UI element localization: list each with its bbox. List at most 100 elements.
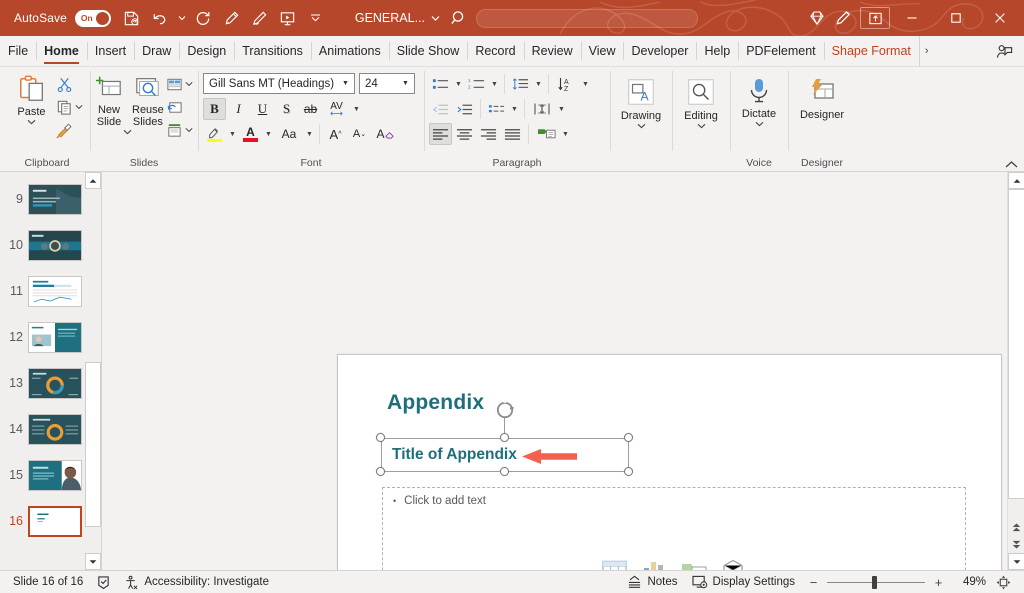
increase-font-size-button[interactable]: A^ xyxy=(324,123,347,145)
align-right-button[interactable] xyxy=(477,123,500,145)
align-center-button[interactable] xyxy=(453,123,476,145)
diamond-icon[interactable] xyxy=(804,5,830,31)
current-slide[interactable]: Appendix Title of Appendix xyxy=(337,354,1002,570)
search-icon[interactable] xyxy=(450,9,468,27)
editing-dropdown-icon[interactable] xyxy=(697,123,706,129)
insert-table-icon[interactable] xyxy=(594,550,634,571)
editing-button[interactable]: Editing xyxy=(677,71,725,129)
redo-icon[interactable] xyxy=(191,5,217,31)
slide-heading-appendix[interactable]: Appendix xyxy=(387,391,484,415)
tab-help[interactable]: Help xyxy=(696,36,738,66)
thumbnail-preview[interactable] xyxy=(28,414,82,445)
thumbnail-slide-9[interactable]: 9 xyxy=(0,176,85,222)
numbering-dropdown-icon[interactable]: ▼ xyxy=(489,73,500,95)
autosave-toggle[interactable]: On xyxy=(75,10,111,27)
reuse-slides-button[interactable]: Reuse Slides xyxy=(132,71,164,128)
thumbnail-scrollbar[interactable] xyxy=(85,172,101,570)
align-text-dropdown-icon[interactable]: ▼ xyxy=(556,98,567,120)
increase-indent-button[interactable] xyxy=(453,98,476,120)
collapse-ribbon-button[interactable] xyxy=(1005,160,1018,169)
zoom-in-button[interactable]: + xyxy=(931,574,946,591)
thumbnail-slide-11[interactable]: 11 xyxy=(0,268,85,314)
bullets-dropdown-icon[interactable]: ▼ xyxy=(453,73,464,95)
sort-dropdown-icon[interactable]: ▼ xyxy=(580,73,591,95)
tab-draw[interactable]: Draw xyxy=(134,36,179,66)
underline-button[interactable]: U xyxy=(251,98,274,120)
copy-button[interactable] xyxy=(54,96,85,118)
resize-handle-bottom-left[interactable] xyxy=(376,467,385,476)
character-spacing-dropdown-icon[interactable]: ▼ xyxy=(351,98,362,120)
reset-button[interactable] xyxy=(164,96,195,118)
align-left-button[interactable] xyxy=(429,123,452,145)
section-dropdown-icon[interactable] xyxy=(185,127,193,133)
paste-dropdown-icon[interactable] xyxy=(27,119,36,125)
resize-handle-top-left[interactable] xyxy=(376,433,385,442)
clear-formatting-button[interactable]: A xyxy=(372,123,398,145)
canvas-scrollbar-thumb[interactable] xyxy=(1008,189,1024,499)
font-size-combo[interactable]: 24 ▼ xyxy=(359,73,415,94)
insert-smartart-icon[interactable] xyxy=(674,550,714,571)
tab-record[interactable]: Record xyxy=(467,36,523,66)
slide-canvas-area[interactable]: Appendix Title of Appendix xyxy=(102,172,1007,570)
thumbnail-slide-10[interactable]: 10 xyxy=(0,222,85,268)
font-family-chevron-icon[interactable]: ▼ xyxy=(339,80,352,87)
insert-3d-model-icon[interactable] xyxy=(714,550,754,571)
convert-to-smartart-dropdown-icon[interactable]: ▼ xyxy=(560,123,571,145)
tab-developer[interactable]: Developer xyxy=(623,36,696,66)
tabs-overflow-button[interactable]: › xyxy=(919,36,934,66)
thumbnail-preview[interactable] xyxy=(28,322,82,353)
justify-button[interactable] xyxy=(501,123,524,145)
change-case-dropdown-icon[interactable]: ▼ xyxy=(304,123,315,145)
content-placeholder[interactable]: • Click to add text xyxy=(382,487,966,570)
font-color-button[interactable]: A xyxy=(239,123,262,145)
thumbnail-scroll-up-button[interactable] xyxy=(85,172,101,189)
tab-transitions[interactable]: Transitions xyxy=(234,36,311,66)
tab-file[interactable]: File xyxy=(0,36,36,66)
tab-slide-show[interactable]: Slide Show xyxy=(389,36,468,66)
thumbnail-preview[interactable] xyxy=(28,184,82,215)
text-highlight-button[interactable] xyxy=(203,123,226,145)
thumbnail-preview[interactable] xyxy=(28,460,82,491)
format-painter-button[interactable] xyxy=(54,119,85,141)
rotate-handle-icon[interactable] xyxy=(494,399,516,421)
dictate-button[interactable]: Dictate xyxy=(735,71,783,127)
copy-dropdown-icon[interactable] xyxy=(75,104,83,110)
decrease-font-size-button[interactable]: A⌄ xyxy=(348,123,371,145)
dictate-dropdown-icon[interactable] xyxy=(755,121,764,127)
zoom-slider[interactable] xyxy=(827,574,925,591)
ink-pen-icon[interactable] xyxy=(219,5,245,31)
notes-button[interactable]: Notes xyxy=(620,572,684,593)
new-slide-dropdown-icon[interactable] xyxy=(123,129,132,135)
present-icon[interactable] xyxy=(275,5,301,31)
tab-pdfelement[interactable]: PDFelement xyxy=(738,36,823,66)
zoom-slider-handle[interactable] xyxy=(872,576,877,589)
paste-button[interactable]: Paste xyxy=(9,71,54,125)
fit-slide-to-window-icon[interactable] xyxy=(992,573,1014,592)
qat-overflow-icon[interactable] xyxy=(309,14,323,22)
tab-review[interactable]: Review xyxy=(524,36,581,66)
tab-animations[interactable]: Animations xyxy=(311,36,389,66)
thumbnail-slide-13[interactable]: 13 xyxy=(0,360,85,406)
accessibility-status[interactable]: Accessibility: Investigate xyxy=(117,572,276,593)
tab-insert[interactable]: Insert xyxy=(87,36,134,66)
line-spacing-dropdown-icon[interactable]: ▼ xyxy=(533,73,544,95)
thumbnail-preview[interactable] xyxy=(28,230,82,261)
italic-button[interactable]: I xyxy=(227,98,250,120)
thumbnail-preview[interactable] xyxy=(28,506,82,537)
thumbnail-slide-12[interactable]: 12 xyxy=(0,314,85,360)
search-input[interactable] xyxy=(476,9,698,28)
text-shadow-button[interactable]: S xyxy=(275,98,298,120)
display-settings-button[interactable]: Display Settings xyxy=(685,572,802,593)
canvas-vertical-scrollbar[interactable] xyxy=(1007,172,1024,570)
layout-button[interactable] xyxy=(164,73,195,95)
resize-handle-top-right[interactable] xyxy=(624,433,633,442)
insert-chart-icon[interactable] xyxy=(634,550,674,571)
layout-dropdown-icon[interactable] xyxy=(185,81,193,87)
strikethrough-button[interactable]: ab xyxy=(299,98,322,120)
cut-button[interactable] xyxy=(54,73,85,95)
bullets-button[interactable] xyxy=(429,73,452,95)
save-icon[interactable] xyxy=(119,5,145,31)
resize-handle-bottom-right[interactable] xyxy=(624,467,633,476)
undo-dropdown-icon[interactable] xyxy=(175,15,189,21)
highlighter-icon[interactable] xyxy=(830,5,856,31)
